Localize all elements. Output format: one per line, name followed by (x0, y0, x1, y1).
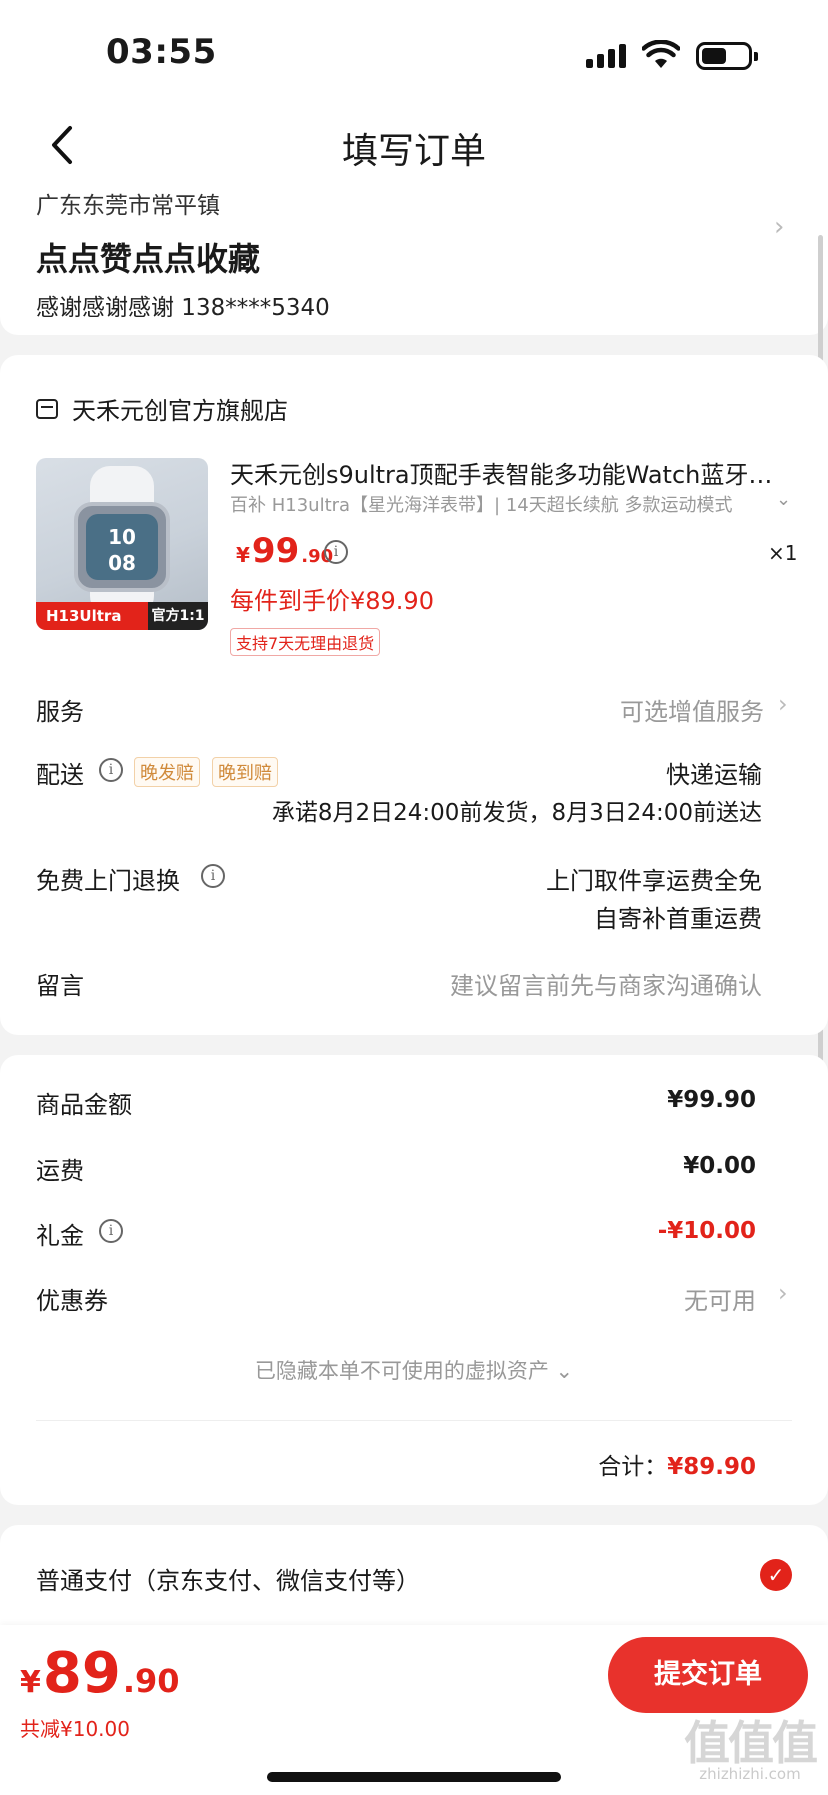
address-region: 广东东莞市常平镇 (36, 193, 220, 219)
chevron-down-icon[interactable]: ⌄ (776, 489, 791, 510)
watch-minute: 08 (108, 551, 136, 575)
product-spec[interactable]: 百补 H13ultra【星光海洋表带】| 14天超长续航 多款运动模式 (230, 491, 750, 517)
divider (36, 1420, 792, 1421)
watermark-url: zhizhizhi.com (699, 1765, 801, 1783)
cellular-signal-icon (586, 44, 628, 68)
page-title: 填写订单 (341, 131, 486, 172)
coupon-value[interactable]: 无可用 (684, 1281, 756, 1316)
chevron-right-icon[interactable]: › (778, 1279, 788, 1307)
message-input[interactable]: 建议留言前先与商家沟通确认 (450, 966, 762, 1001)
service-label: 服务 (36, 698, 84, 726)
return-policy-tag: 支持7天无理由退货 (230, 628, 381, 656)
chevron-right-icon: › (774, 212, 785, 242)
shipping-value: ¥0.00 (683, 1153, 756, 1179)
gift-info-icon[interactable]: i (99, 1219, 123, 1243)
hidden-assets-toggle[interactable]: 已隐藏本单不可使用的虚拟资产 ⌄ (0, 1355, 828, 1385)
watch-hour: 10 (108, 525, 136, 549)
chevron-right-icon[interactable]: › (778, 690, 788, 718)
home-indicator[interactable] (267, 1772, 561, 1782)
free-return-info-icon[interactable]: i (201, 864, 225, 888)
total-discount: 共减¥10.00 (20, 1717, 130, 1741)
battery-icon (696, 42, 758, 70)
product-thumbnail[interactable]: 10 08 H13Ultra 官方1:1 (36, 458, 208, 630)
delivery-promise: 承诺8月2日24:00前发货，8月3日24:00前送达 (271, 800, 762, 826)
watermark-logo: 值值值 (684, 1716, 818, 1770)
recipient-contact: 感谢感谢感谢 138****5340 (36, 295, 330, 321)
goods-amount-label: 商品金额 (36, 1091, 132, 1119)
order-total: 合计：¥89.90 (598, 1454, 756, 1480)
coupon-label: 优惠券 (36, 1287, 108, 1315)
watch-face-shape: 10 08 (74, 502, 170, 592)
recipient-name: 点点赞点点收藏 (36, 240, 261, 278)
summary-card: 商品金额 ¥99.90 运费 ¥0.00 礼金 i -¥10.00 优惠券 无可… (0, 1055, 828, 1505)
checkmark-icon[interactable]: ✓ (760, 1559, 792, 1591)
store-row[interactable]: 天禾元创官方旗舰店 (36, 391, 288, 426)
goods-amount-value: ¥99.90 (667, 1087, 756, 1113)
bottom-total-price: ¥ 89 .90 (20, 1641, 180, 1706)
free-return-value-1: 上门取件享运费全免 (546, 867, 762, 895)
gift-label: 礼金 (36, 1222, 84, 1250)
store-icon (36, 398, 58, 419)
thumb-model-tag: H13Ultra (36, 602, 148, 630)
chevron-down-icon: ⌄ (555, 1359, 574, 1383)
product-price: ¥ 99 .90 (236, 531, 334, 571)
status-bar: 03:55 (0, 0, 828, 110)
submit-order-button[interactable]: 提交订单 (608, 1637, 808, 1713)
product-title[interactable]: 天禾元创s9ultra顶配手表智能多功能Watch蓝牙通话 (230, 455, 784, 490)
address-card[interactable]: 广东东莞市常平镇 点点赞点点收藏 感谢感谢感谢 138****5340 › (0, 180, 828, 335)
delivery-method[interactable]: 快递运输 (666, 755, 762, 790)
late-ship-tag: 晚发赔 (134, 757, 200, 787)
order-card: 天禾元创官方旗舰店 10 08 H13Ultra 官方1:1 天禾元创s9ult… (0, 355, 828, 1035)
wifi-icon (642, 40, 680, 68)
free-return-value-2: 自寄补首重运费 (594, 905, 762, 933)
gift-value: -¥10.00 (657, 1218, 756, 1244)
delivery-info-icon[interactable]: i (99, 758, 123, 782)
shipping-label: 运费 (36, 1157, 84, 1185)
product-quantity: ×1 (768, 541, 798, 565)
thumb-official-tag: 官方1:1 (148, 602, 208, 630)
store-name: 天禾元创官方旗舰店 (72, 397, 288, 425)
nav-bar: 填写订单 (0, 110, 828, 180)
bottom-bar: ¥ 89 .90 共减¥10.00 提交订单 值值值 zhizhizhi.com (0, 1625, 828, 1795)
service-value[interactable]: 可选增值服务 (620, 692, 764, 727)
free-return-label: 免费上门退换 (36, 867, 180, 895)
late-arrive-tag: 晚到赔 (212, 757, 278, 787)
price-info-icon[interactable]: i (324, 540, 348, 564)
order-total-value: ¥89.90 (667, 1454, 756, 1480)
each-final-price: 每件到手价¥89.90 (230, 587, 434, 615)
payment-method-label: 普通支付（京东支付、微信支付等） (36, 1567, 420, 1595)
message-label: 留言 (36, 972, 84, 1000)
delivery-label: 配送 (36, 761, 84, 789)
status-time: 03:55 (106, 32, 217, 72)
